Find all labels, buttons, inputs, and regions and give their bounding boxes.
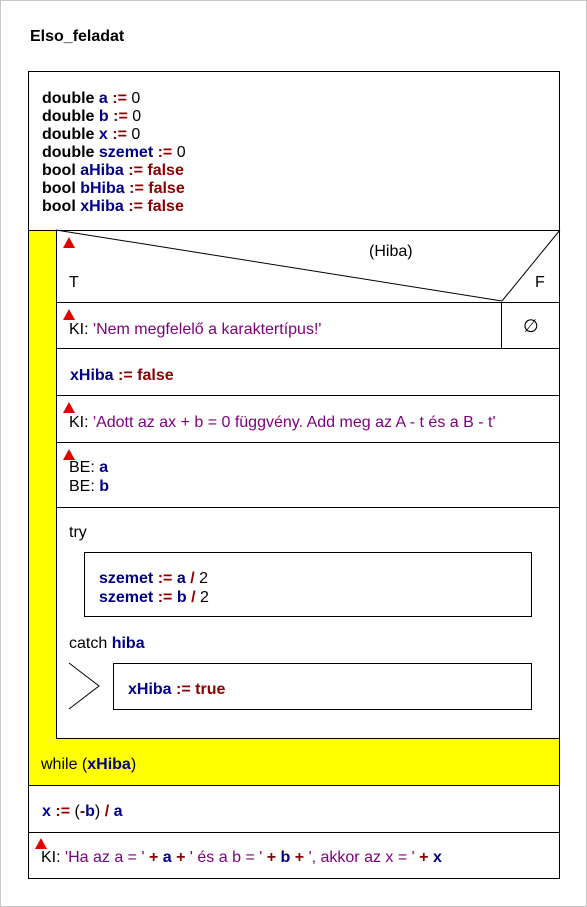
catch-stmt: xHiba := true (128, 681, 225, 699)
assign-operator: := (176, 681, 191, 698)
compute-stmt: x := (-b) / a (42, 803, 123, 821)
output-variable: a (162, 849, 172, 866)
output-string: 'Ha az a = ' (65, 849, 145, 866)
compute-block: x := (-b) / a (28, 785, 560, 833)
while-variable: xHiba (87, 756, 131, 773)
paren: ) (130, 756, 137, 773)
while-keyword: while (41, 756, 78, 773)
assign-value: true (195, 681, 226, 698)
while-condition: while (xHiba) (41, 756, 136, 774)
concat-operator: + (419, 849, 429, 866)
concat-operator: + (148, 849, 159, 866)
marker-icon (35, 838, 47, 849)
output-keyword: KI: (41, 849, 61, 866)
variable-name: xHiba (128, 681, 172, 698)
concat-operator: + (294, 849, 305, 866)
operand: a (113, 803, 123, 820)
output-string: ', akkor az x = ' (308, 849, 415, 866)
variable-name: x (42, 803, 51, 820)
output-string: ' és a b = ' (189, 849, 263, 866)
paren: ) (94, 803, 101, 820)
catch-body: xHiba := true (113, 663, 532, 710)
output-variable: b (280, 849, 291, 866)
result-output: KI: 'Ha az a = ' + a + ' és a b = ' + b … (41, 849, 442, 867)
operand: b (85, 803, 95, 820)
output-variable: x (432, 849, 442, 866)
concat-operator: + (176, 849, 186, 866)
assign-operator: := (55, 803, 71, 820)
concat-operator: + (266, 849, 277, 866)
div-operator: / (104, 803, 110, 820)
